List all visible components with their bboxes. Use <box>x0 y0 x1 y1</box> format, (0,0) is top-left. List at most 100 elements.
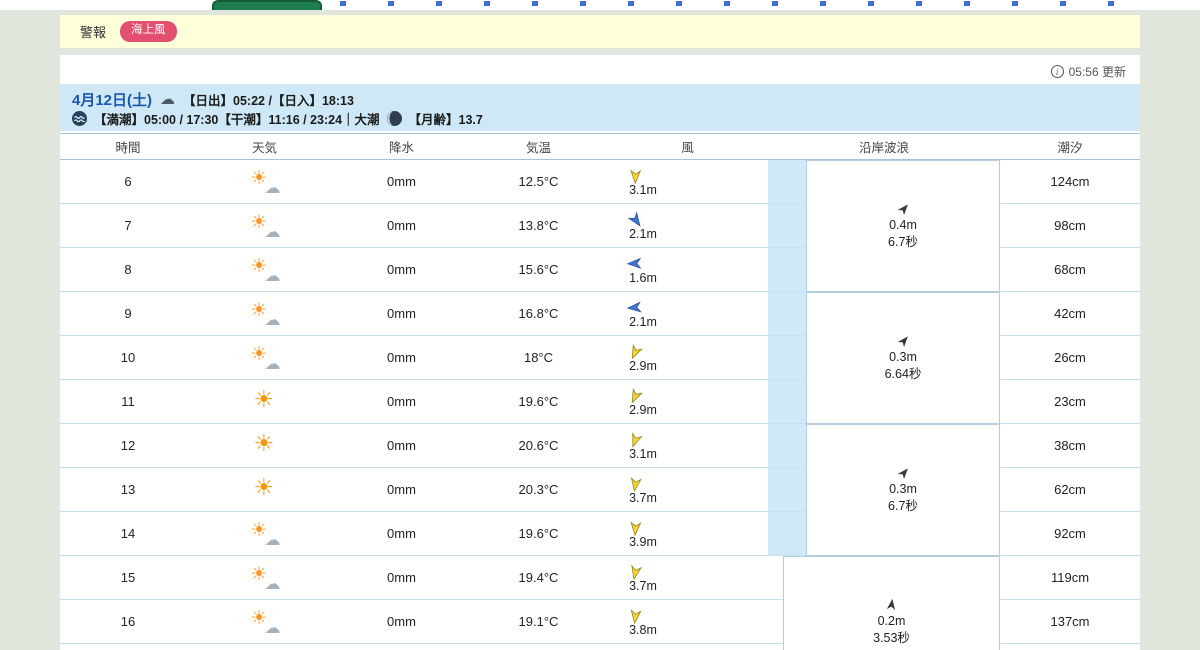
hour-label: 6 <box>124 174 132 189</box>
temp-value: 20.6°C <box>518 438 559 453</box>
sunny-icon: ☀ <box>253 429 275 456</box>
tide-value: 92cm <box>1054 526 1086 541</box>
sun-cloud-icon: ☀ ☁ <box>250 519 281 549</box>
tide-value: 98cm <box>1054 218 1086 233</box>
sea-band <box>768 160 806 203</box>
weather-cell: ☀ ☁ <box>196 292 333 335</box>
temp-value: 20.3°C <box>518 482 559 497</box>
wave-period: 6.64秒 <box>884 366 922 381</box>
tide-value: 38cm <box>1054 438 1086 453</box>
sea-band <box>768 468 806 511</box>
wind-cell: 2.1m <box>607 204 768 247</box>
sun-cloud-icon: ☀ ☁ <box>250 255 281 285</box>
nav-button-fragment[interactable] <box>212 0 322 10</box>
hour-label <box>60 644 196 650</box>
wave-group-cell: 0.4m 6.7秒 <box>806 160 1000 292</box>
tide-value: 124cm <box>1050 174 1090 189</box>
wind-cell: 3.1m <box>607 424 768 467</box>
date-title: 4月12日(土) <box>72 91 153 109</box>
sea-band <box>768 292 806 335</box>
wind-direction-arrow <box>626 257 642 269</box>
tide-value: 137cm <box>1050 614 1090 629</box>
wind-indicator: 3.8m <box>607 607 663 637</box>
wind-indicator: 2.1m <box>607 211 663 241</box>
temp-value: 13.8°C <box>518 218 559 233</box>
wind-speed: 3.8m <box>629 622 657 637</box>
temp-value: 15.6°C <box>518 262 559 277</box>
tide-info-text: 【満潮】05:00 / 17:30【干潮】11:16 / 23:24｜大潮 <box>94 112 380 127</box>
tide-value: 68cm <box>1054 262 1086 277</box>
precip-value: 0mm <box>387 262 416 277</box>
header-tide: 潮汐 <box>1057 141 1083 155</box>
tide-value: 62cm <box>1054 482 1086 497</box>
sea-wind-warning-badge[interactable]: 海上風 <box>120 21 177 42</box>
wave-group-cell: 0.2m 3.53秒 <box>783 556 1000 650</box>
wind-cell: 3.9m <box>607 512 768 555</box>
hour-label: 16 <box>120 614 136 629</box>
wind-indicator: 2.9m <box>607 387 663 417</box>
sun-cloud-icon: ☀ ☁ <box>250 167 281 197</box>
wave-group-cell: 0.3m 6.7秒 <box>806 424 1000 556</box>
wind-cell: 3.8m <box>607 600 768 643</box>
cloud-icon: ☁ <box>160 90 176 108</box>
updated-text: 05:56 更新 <box>1068 65 1126 79</box>
precip-value: 0mm <box>387 614 416 629</box>
weather-cell: ☀ ☁ <box>196 600 333 643</box>
wave-direction-arrow <box>886 599 896 611</box>
wind-direction-arrow <box>629 168 641 184</box>
wave-height: 0.2m <box>877 614 906 629</box>
sea-band <box>768 424 806 467</box>
alert-label: 警報 <box>80 25 107 40</box>
temp-value: 19.6°C <box>518 526 559 541</box>
header-precip: 降水 <box>388 141 414 155</box>
temp-value: 16.8°C <box>518 306 559 321</box>
temp-value: 19.6°C <box>518 394 559 409</box>
weather-cell: ☀ ☁ <box>196 556 333 599</box>
tide-value: 42cm <box>1054 306 1086 321</box>
wind-speed: 3.9m <box>629 534 657 549</box>
hour-label: 10 <box>120 350 136 365</box>
weather-cell: ☀ <box>196 468 333 511</box>
wave-period: 6.7秒 <box>888 498 918 513</box>
wind-indicator: 3.7m <box>607 475 663 505</box>
wind-speed: 1.6m <box>629 270 657 285</box>
header-temp: 気温 <box>525 141 551 155</box>
wind-cell: 2.9m <box>607 336 768 379</box>
precip-value: 0mm <box>387 306 416 321</box>
wind-cell: 3.7m <box>607 556 768 599</box>
moon-icon <box>386 110 402 126</box>
hour-label: 13 <box>120 482 136 497</box>
sea-band <box>768 248 806 291</box>
sunrise-sunset-text: 【日出】05:22 /【日入】18:13 <box>183 93 354 108</box>
header-weather: 天気 <box>251 141 277 155</box>
wind-speed: 2.9m <box>629 402 657 417</box>
weather-cell: ☀ <box>196 380 333 423</box>
temp-value <box>470 644 607 650</box>
tide-value: 26cm <box>1054 350 1086 365</box>
forecast-table-body: 6 ☀ ☁ 0mm 12.5°C 3.1m 124cm 7 ☀ ☁ 0mm 13.8°C 2.1m 98c… <box>60 160 1140 650</box>
weather-cell: ☀ ☁ <box>196 204 333 247</box>
updated-status: i 05:56 更新 <box>1050 63 1126 80</box>
weather-cell: ☀ ☁ <box>196 160 333 203</box>
wave-group-cell: 0.3m 6.64秒 <box>806 292 1000 424</box>
temp-value: 12.5°C <box>518 174 559 189</box>
wind-speed: 2.9m <box>629 358 657 373</box>
wind-speed: 3.7m <box>629 578 657 593</box>
precip-value <box>333 644 470 650</box>
sea-band <box>768 336 806 379</box>
weather-cell <box>196 644 333 650</box>
sea-band <box>768 512 806 555</box>
precip-value: 0mm <box>387 438 416 453</box>
hour-label: 15 <box>120 570 136 585</box>
weather-cell: ☀ ☁ <box>196 336 333 379</box>
precip-value: 0mm <box>387 174 416 189</box>
wave-period: 6.7秒 <box>888 234 918 249</box>
tide-value: 23cm <box>1054 394 1086 409</box>
wind-indicator: 3.7m <box>607 563 663 593</box>
wind-direction-arrow <box>629 520 641 536</box>
hour-label: 8 <box>124 262 132 277</box>
header-waves: 沿岸波浪 <box>858 141 909 155</box>
wind-cell <box>607 644 768 650</box>
nav-links-fragment <box>340 1 1132 6</box>
date-header-line2: 【満潮】05:00 / 17:30【干潮】11:16 / 23:24｜大潮 【月… <box>72 109 1128 127</box>
